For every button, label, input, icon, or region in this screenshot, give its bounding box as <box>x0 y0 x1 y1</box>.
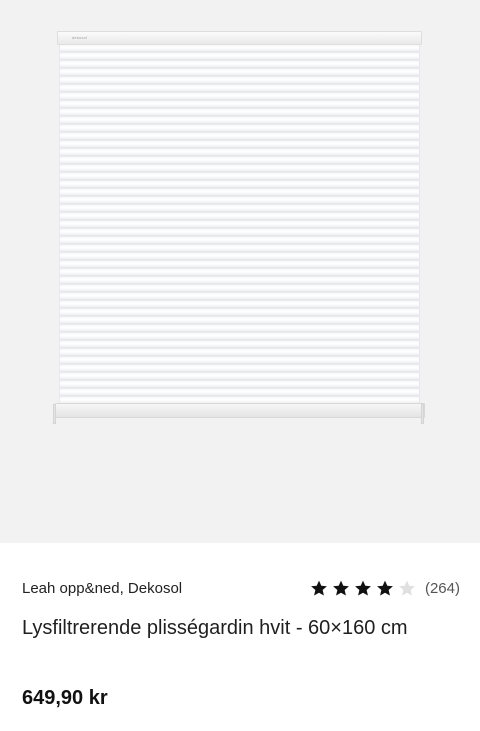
blind-cord-right <box>421 404 424 424</box>
blind-headrail: dekosol <box>57 31 422 45</box>
rating[interactable]: (264) <box>309 579 460 598</box>
blind-cord-left <box>53 404 56 424</box>
product-price: 649,90 kr <box>22 687 108 709</box>
blind-logo: dekosol <box>72 35 88 40</box>
blind-fabric <box>59 45 420 403</box>
brand-label[interactable]: Leah opp&ned, Dekosol <box>22 580 182 597</box>
product-image[interactable]: dekosol <box>0 0 480 543</box>
star-icon <box>311 580 327 596</box>
product-meta-row: Leah opp&ned, Dekosol (264) <box>22 577 460 599</box>
star-icon <box>333 580 349 596</box>
star-empty-icon <box>399 580 415 596</box>
rating-count: (264) <box>424 579 460 597</box>
product-title[interactable]: Lysfiltrerende plisségardin hvit - 60×16… <box>22 612 452 644</box>
star-icon <box>377 580 393 596</box>
star-icon <box>355 580 371 596</box>
blind-bottom-rail <box>55 403 425 418</box>
